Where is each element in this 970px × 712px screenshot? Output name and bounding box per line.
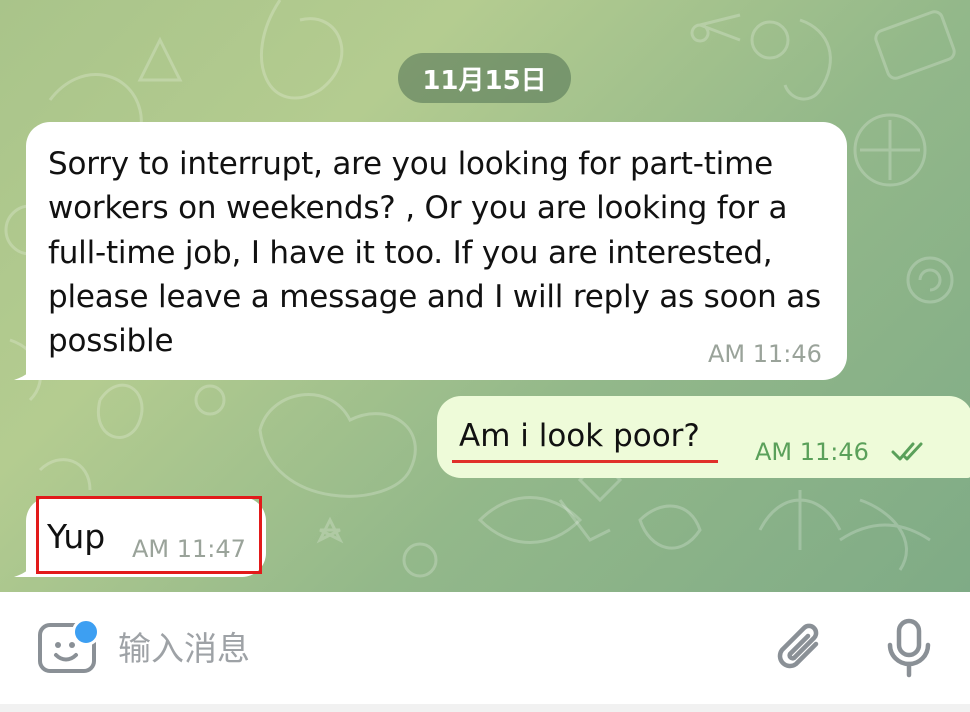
- notification-badge: [72, 618, 100, 646]
- annotation-highlight-box: [36, 496, 262, 574]
- bottom-strip: [0, 704, 970, 712]
- microphone-icon[interactable]: [883, 617, 935, 681]
- spellcheck-underline: [452, 460, 718, 463]
- message-input-bar: [0, 592, 970, 712]
- message-text: Sorry to interrupt, are you looking for …: [48, 146, 821, 360]
- bubble-tail: [14, 557, 38, 577]
- message-input[interactable]: [118, 622, 738, 674]
- message-time: AM 11:46: [755, 438, 869, 466]
- chat-background: 11月15日 Sorry to interrupt, are you looki…: [0, 0, 970, 592]
- message-bubble-outgoing[interactable]: Am i look poor? AM 11:46: [437, 396, 970, 478]
- message-text: Am i look poor?: [459, 418, 700, 454]
- double-check-icon: [891, 442, 923, 461]
- bubble-tail: [14, 360, 38, 380]
- paperclip-icon[interactable]: [772, 618, 830, 678]
- message-bubble-incoming[interactable]: Sorry to interrupt, are you looking for …: [14, 122, 847, 380]
- message-time: AM 11:46: [708, 340, 822, 368]
- date-separator: 11月15日: [398, 53, 571, 103]
